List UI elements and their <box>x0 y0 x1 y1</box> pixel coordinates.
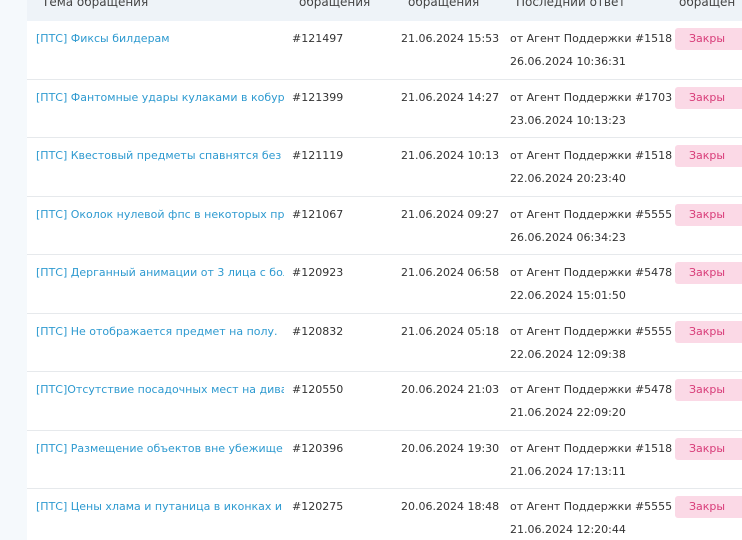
ticket-created: 20.06.2024 21:03 <box>401 383 500 396</box>
header-last-reply: Последний ответ <box>516 0 626 9</box>
ticket-reply-time: 21.06.2024 12:20:44 <box>510 523 626 536</box>
header-created: обращения <box>408 0 480 9</box>
ticket-subject-link[interactable]: [ПТС]Отсутствие посадочных мест на диван… <box>36 383 284 396</box>
status-badge: Закры <box>675 145 742 167</box>
ticket-reply-time: 21.06.2024 22:09:20 <box>510 406 626 419</box>
ticket-reply-from: от Агент Поддержки #5478 <box>510 383 673 396</box>
ticket-subject-link[interactable]: [ПТС] Цены хлама и путаница в иконках и … <box>36 500 284 513</box>
ticket-created: 21.06.2024 15:53 <box>401 32 500 45</box>
ticket-subject-link[interactable]: [ПТС] Дерганный анимации от 3 лица с бол… <box>36 266 284 279</box>
ticket-reply-from: от Агент Поддержки #5478 <box>510 266 673 279</box>
header-status: обращен <box>679 0 736 9</box>
ticket-reply-from: от Агент Поддержки #1518 <box>510 149 673 162</box>
ticket-number: #120923 <box>292 266 344 279</box>
ticket-created: 20.06.2024 19:30 <box>401 441 500 455</box>
ticket-subject-link[interactable]: [ПТС] Околок нулевой фпс в некоторых про… <box>36 208 284 221</box>
ticket-number: #121399 <box>292 90 344 104</box>
ticket-created: 21.06.2024 14:27 <box>401 90 500 104</box>
ticket-number: #120832 <box>292 324 344 338</box>
tickets-panel: Тема обращения обращения обращения После… <box>27 0 742 540</box>
ticket-number: #121497 <box>292 32 344 45</box>
status-badge: Закры <box>675 28 742 50</box>
ticket-reply-from: от Агент Поддержки #1518 <box>510 441 673 455</box>
ticket-subject-link[interactable]: [ПТС] Не отображается предмет на полу. <box>36 325 284 338</box>
ticket-created: 20.06.2024 18:48 <box>401 500 500 513</box>
ticket-reply-time: 21.06.2024 17:13:11 <box>510 464 626 478</box>
ticket-number: #120550 <box>292 383 344 396</box>
table-row: [ПТС] Не отображается предмет на полу. #… <box>27 313 742 372</box>
status-badge: Закры <box>675 86 742 109</box>
ticket-number: #121119 <box>292 149 344 162</box>
ticket-reply-from: от Агент Поддержки #5555 <box>510 500 673 513</box>
table-row: [ПТС] Цены хлама и путаница в иконках и … <box>27 489 742 540</box>
status-badge: Закры <box>675 262 742 284</box>
ticket-reply-from: от Агент Поддержки #1518 <box>510 32 673 45</box>
table-row: [ПТС] Квестовый предметы спавнятся без к… <box>27 138 742 197</box>
status-badge: Закры <box>675 379 742 401</box>
table-row: [ПТС] Дерганный анимации от 3 лица с бол… <box>27 255 742 314</box>
ticket-created: 21.06.2024 06:58 <box>401 266 500 279</box>
ticket-reply-from: от Агент Поддержки #5555 <box>510 324 673 338</box>
ticket-reply-time: 22.06.2024 12:09:38 <box>510 347 626 361</box>
status-badge: Закры <box>675 437 742 460</box>
table-row: [ПТС]Отсутствие посадочных мест на диван… <box>27 372 742 431</box>
ticket-number: #120275 <box>292 500 344 513</box>
status-badge: Закры <box>675 496 742 518</box>
ticket-subject-link[interactable]: [ПТС] Фиксы билдерам <box>36 32 284 45</box>
ticket-reply-from: от Агент Поддержки #1703 <box>510 90 673 104</box>
ticket-created: 21.06.2024 05:18 <box>401 324 500 338</box>
tickets-table-body: [ПТС] Фиксы билдерам #121497 21.06.2024 … <box>27 21 742 540</box>
status-badge: Закры <box>675 203 742 226</box>
ticket-created: 21.06.2024 09:27 <box>401 207 500 221</box>
ticket-subject-link[interactable]: [ПТС] Размещение объектов вне убежище <box>36 442 284 455</box>
header-number: обращения <box>299 0 371 9</box>
ticket-subject-link[interactable]: [ПТС] Фантомные удары кулаками в кобуре <box>36 91 284 104</box>
ticket-reply-time: 26.06.2024 06:34:23 <box>510 230 626 244</box>
ticket-created: 21.06.2024 10:13 <box>401 149 500 162</box>
table-row: [ПТС] Фантомные удары кулаками в кобуре … <box>27 79 742 138</box>
ticket-reply-from: от Агент Поддержки #5555 <box>510 207 673 221</box>
table-row: [ПТС] Околок нулевой фпс в некоторых про… <box>27 196 742 255</box>
ticket-number: #120396 <box>292 441 344 455</box>
ticket-number: #121067 <box>292 207 344 221</box>
status-badge: Закры <box>675 320 742 343</box>
ticket-reply-time: 26.06.2024 10:36:31 <box>510 55 626 68</box>
table-row: [ПТС] Размещение объектов вне убежище #1… <box>27 430 742 489</box>
table-header: Тема обращения обращения обращения После… <box>27 0 742 21</box>
ticket-subject-link[interactable]: [ПТС] Квестовый предметы спавнятся без к… <box>36 149 284 162</box>
ticket-reply-time: 22.06.2024 20:23:40 <box>510 172 626 185</box>
header-subject: Тема обращения <box>42 0 149 9</box>
ticket-reply-time: 23.06.2024 10:13:23 <box>510 113 626 127</box>
table-row: [ПТС] Фиксы билдерам #121497 21.06.2024 … <box>27 21 742 80</box>
ticket-reply-time: 22.06.2024 15:01:50 <box>510 289 626 302</box>
